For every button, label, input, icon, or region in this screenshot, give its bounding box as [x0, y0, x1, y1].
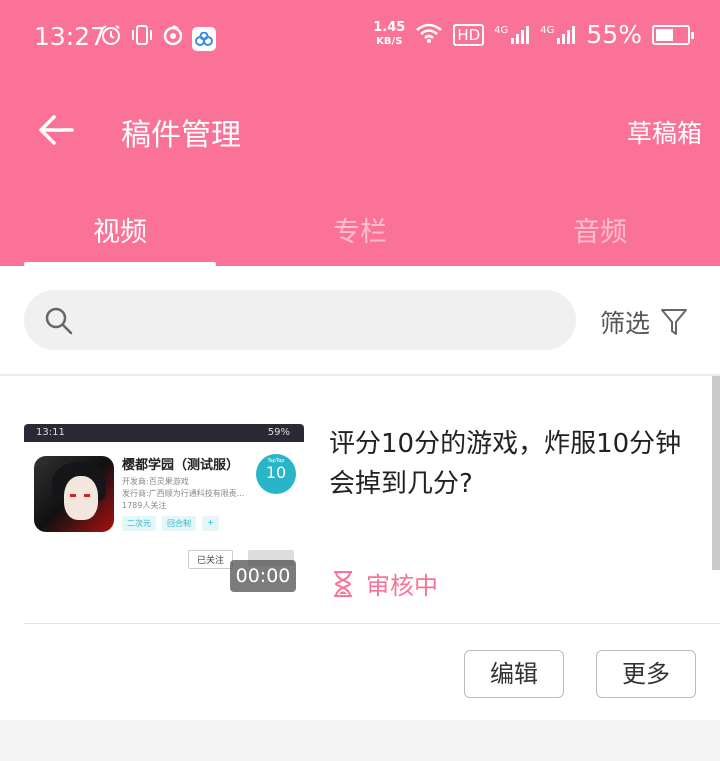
tab-video[interactable]: 视频 [0, 210, 240, 249]
filter-label: 筛选 [600, 309, 651, 338]
battery-percent: 55% [586, 20, 642, 49]
status-time: 13:27 [34, 22, 107, 51]
signal-icon-sim2: 4G [540, 25, 576, 45]
thumbnail-follow-label: 已关注 [188, 550, 234, 569]
review-status-label: 审核中 [366, 572, 438, 600]
app-notification-icon [192, 26, 216, 51]
app-header: 13:27 1.45 KB/S HD 4G 4G 55% 稿件管理 草稿箱 视频… [0, 0, 720, 266]
card-divider [24, 623, 720, 624]
video-title[interactable]: 评分10分的游戏，炸服10分钟会掉到几分? [329, 424, 689, 504]
search-box[interactable] [24, 290, 576, 350]
tab-column[interactable]: 专栏 [240, 210, 480, 249]
hd-badge: HD [453, 23, 485, 46]
search-icon [45, 307, 73, 335]
edit-button[interactable]: 编辑 [464, 650, 564, 698]
review-status: 审核中 [330, 566, 438, 601]
signal-icon-sim1: 4G [494, 25, 530, 45]
network-speed: 1.45 KB/S [373, 19, 406, 47]
thumbnail-followers: 1789人关注 [122, 501, 167, 510]
search-input[interactable] [86, 290, 556, 350]
thumbnail-tag: + [202, 516, 219, 531]
page-title: 稿件管理 [121, 118, 241, 153]
thumbnail-game-title: 樱都学园（测试服） [122, 458, 240, 473]
thumbnail-publisher: 发行商:广西顺为行通科技有限责... [122, 489, 245, 498]
scrollbar[interactable] [712, 376, 720, 570]
status-icons-right: 1.45 KB/S HD 4G 4G 55% [373, 19, 694, 49]
status-icons-left [100, 24, 216, 53]
battery-icon [652, 24, 694, 45]
tab-bar: 视频 专栏 音频 [0, 196, 720, 266]
wifi-icon [415, 22, 443, 48]
alarm-icon [100, 24, 122, 53]
hourglass-icon [334, 570, 352, 597]
filter-icon [661, 309, 688, 335]
thumbnail-tags: 二次元 回合制 + [122, 516, 219, 531]
thumbnail-developer: 开发商:百灵果游戏 [122, 477, 189, 486]
sync-icon [162, 24, 184, 53]
thumbnail-tag: 二次元 [122, 516, 156, 531]
video-duration: 00:00 [230, 560, 296, 592]
search-area: 筛选 [0, 266, 720, 374]
status-bar: 13:27 1.45 KB/S HD 4G 4G 55% [0, 0, 720, 76]
thumbnail-score-badge: TapTap 10 [256, 454, 296, 494]
more-button[interactable]: 更多 [596, 650, 696, 698]
vibrate-icon [130, 24, 154, 53]
nav-bar: 稿件管理 草稿箱 [0, 96, 720, 166]
back-button[interactable] [36, 110, 76, 150]
game-avatar-image [34, 456, 114, 532]
tab-audio[interactable]: 音频 [480, 210, 720, 249]
drafts-button[interactable]: 草稿箱 [627, 114, 702, 150]
filter-button[interactable]: 筛选 [600, 304, 688, 340]
thumbnail-tag: 回合制 [162, 516, 196, 531]
back-arrow-icon [39, 115, 74, 145]
thumbnail-status-bar: 13:11 59% [24, 424, 304, 442]
